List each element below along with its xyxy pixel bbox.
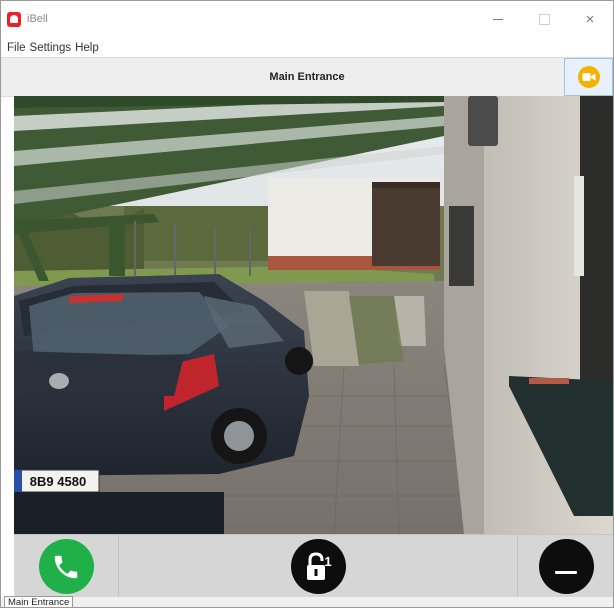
minimize-button[interactable] xyxy=(475,1,521,37)
camera-button[interactable] xyxy=(564,58,613,96)
door-tab[interactable]: Main Entrance xyxy=(4,596,74,607)
minimize-icon xyxy=(493,18,503,20)
video-feed[interactable]: 8B9 4580 xyxy=(14,96,613,534)
hang-up-icon xyxy=(555,570,577,574)
camera-image: 8B9 4580 xyxy=(14,96,613,534)
call-controls: 1 xyxy=(14,534,613,598)
bell-icon xyxy=(7,11,21,27)
unlock-cell: 1 xyxy=(119,535,517,598)
phone-icon xyxy=(54,555,78,578)
menu-settings[interactable]: Settings xyxy=(28,42,74,54)
door-header: Main Entrance xyxy=(1,57,613,97)
window-controls: × xyxy=(475,1,613,37)
maximize-button[interactable] xyxy=(521,1,567,37)
video-camera-icon xyxy=(577,66,600,88)
title-bar[interactable]: iBell × xyxy=(1,1,613,37)
menu-bar: File Settings Help xyxy=(1,39,613,56)
hangup-cell xyxy=(517,535,613,598)
app-window: iBell × File Settings Help Main Entrance xyxy=(0,0,614,608)
status-bar: Main Entrance xyxy=(1,596,613,607)
close-button[interactable]: × xyxy=(567,1,613,37)
door-number: 1 xyxy=(324,554,331,569)
accept-cell xyxy=(14,535,119,598)
window-title: iBell xyxy=(27,13,48,25)
license-plate: 8B9 4580 xyxy=(30,474,86,489)
unlock-door-button[interactable]: 1 xyxy=(290,539,346,594)
menu-file[interactable]: File xyxy=(5,42,28,54)
door-title: Main Entrance xyxy=(269,71,345,83)
close-icon: × xyxy=(585,10,595,28)
accept-call-button[interactable] xyxy=(38,539,94,594)
menu-help[interactable]: Help xyxy=(73,42,101,54)
padlock-icon: 1 xyxy=(307,551,332,580)
hang-up-button[interactable] xyxy=(538,539,594,594)
maximize-icon xyxy=(538,13,550,25)
